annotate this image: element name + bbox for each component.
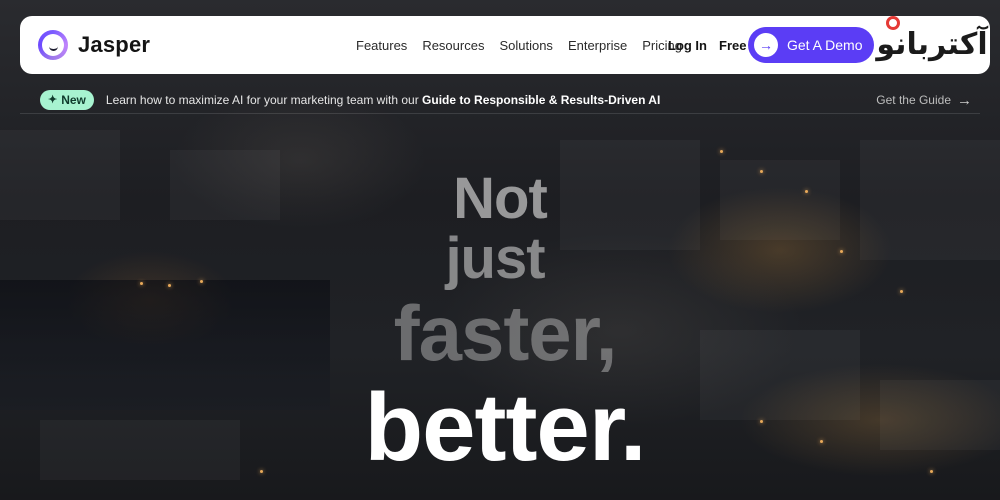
get-demo-button[interactable]: → Get A Demo [748, 27, 874, 63]
arrow-right-icon: → [957, 91, 972, 109]
get-guide-label: Get the Guide [876, 93, 951, 107]
announcement-guide-title[interactable]: Guide to Responsible & Results-Driven AI [422, 93, 660, 107]
get-demo-label: Get A Demo [787, 37, 863, 53]
brand-name: Jasper [78, 32, 151, 57]
jasper-logo-icon [38, 30, 68, 60]
announcement-text: Learn how to maximize AI for your market… [106, 93, 660, 107]
nav-link-resources[interactable]: Resources [422, 38, 484, 53]
top-navbar: Jasper Features Resources Solutions Ente… [20, 16, 990, 74]
headline-line-3: faster, [393, 289, 618, 377]
headline-line-1: Not [453, 166, 548, 231]
watermark-text: آکتربانو [876, 26, 988, 62]
announcement-message: Learn how to maximize AI for your market… [105, 92, 419, 107]
get-guide-link[interactable]: Get the Guide → [876, 86, 972, 114]
arrow-right-icon: → [754, 33, 778, 57]
sparkle-icon: ✦ [48, 94, 58, 106]
nav-link-features[interactable]: Features [356, 38, 407, 53]
announcement-bar: ✦ New Learn how to maximize AI for your … [20, 86, 980, 114]
nav-link-enterprise[interactable]: Enterprise [568, 38, 627, 53]
headline-line-4: better. [364, 374, 646, 481]
watermark-dot-icon [886, 16, 900, 30]
new-badge-label: New [61, 92, 86, 107]
new-badge: ✦ New [40, 89, 94, 110]
login-link[interactable]: Log In [668, 38, 707, 53]
site-watermark-logo: آکتربانو [872, 14, 992, 74]
nav-link-solutions[interactable]: Solutions [499, 38, 552, 53]
headline-line-2: just [445, 226, 545, 291]
nav-links: Features Resources Solutions Enterprise … [356, 16, 697, 74]
brand-logo-link[interactable]: Jasper [38, 30, 150, 60]
hero-headline: Not just faster, better. [0, 170, 1000, 476]
